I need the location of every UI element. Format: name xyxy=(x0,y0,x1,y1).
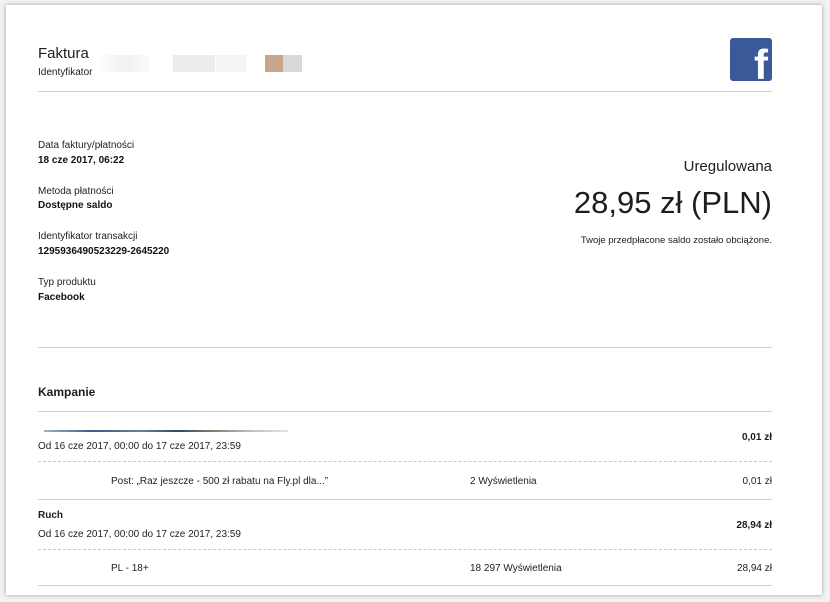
transaction-id-label: Identyfikator transakcji xyxy=(38,231,138,242)
campaign-name: Ruch xyxy=(38,510,63,521)
payment-method-label: Metoda płatności xyxy=(38,186,114,197)
campaign-total: 0,01 zł xyxy=(741,432,772,443)
invoice-date-label: Data faktury/płatności xyxy=(38,140,135,151)
campaign-item-metric: 18 297 Wyświetlenia xyxy=(470,563,562,574)
campaign-total: 28,94 zł xyxy=(736,520,772,531)
invoice-page: Faktura Identyfikator f Data faktury/pła… xyxy=(6,5,822,595)
row-divider xyxy=(38,549,772,550)
group-divider xyxy=(38,499,772,500)
campaigns-divider xyxy=(38,411,772,412)
header-divider xyxy=(38,91,772,92)
product-type-value: Facebook xyxy=(38,292,85,303)
campaign-item-amount: 0,01 zł xyxy=(742,476,772,487)
campaign-item-name: PL - 18+ xyxy=(111,563,149,574)
campaigns-heading: Kampanie xyxy=(38,385,96,399)
transaction-id-value: 1295936490523229-2645220 xyxy=(38,246,170,257)
total-amount: 28,95 zł (PLN) xyxy=(573,185,772,220)
facebook-icon: f xyxy=(730,38,772,81)
payment-method-value: Dostępne saldo xyxy=(38,200,113,211)
product-type-label: Typ produktu xyxy=(38,277,96,288)
table-bottom-divider xyxy=(38,585,772,586)
campaign-item-name: Post: „Raz jeszcze - 500 zł rabatu na Fl… xyxy=(111,476,329,487)
identifier-label: Identyfikator xyxy=(38,67,93,78)
campaign-item-metric: 2 Wyświetlenia xyxy=(470,476,537,487)
details-divider xyxy=(38,347,772,348)
redacted-campaign-name xyxy=(44,430,288,432)
invoice-title: Faktura xyxy=(38,45,89,62)
campaign-period: Od 16 cze 2017, 00:00 do 17 cze 2017, 23… xyxy=(38,441,241,452)
invoice-date-value: 18 cze 2017, 06:22 xyxy=(38,155,125,166)
payment-status: Uregulowana xyxy=(683,158,772,175)
campaign-item-amount: 28,94 zł xyxy=(736,563,772,574)
balance-note: Twoje przedpłacone saldo zostało obciążo… xyxy=(580,235,772,246)
campaign-period: Od 16 cze 2017, 00:00 do 17 cze 2017, 23… xyxy=(38,529,241,540)
row-divider xyxy=(38,461,772,462)
